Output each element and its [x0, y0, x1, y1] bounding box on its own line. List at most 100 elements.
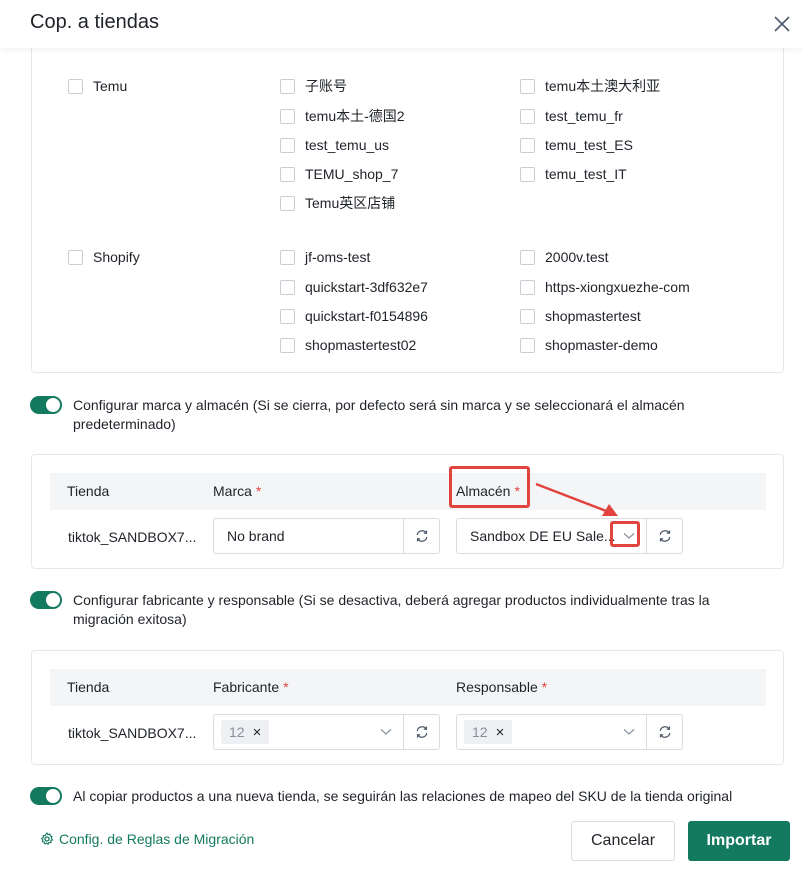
checkbox-box[interactable]: [280, 308, 295, 324]
shop-checkbox[interactable]: quickstart-3df632e7: [280, 277, 428, 297]
shop-checkbox[interactable]: test_temu_fr: [520, 106, 623, 126]
checkbox-box[interactable]: [520, 308, 535, 324]
checkbox-box[interactable]: [520, 108, 535, 124]
checkbox-label: test_temu_us: [305, 137, 390, 153]
shop-checkbox[interactable]: 2000v.test: [520, 247, 609, 267]
column-header-manufacturer: Fabricante *: [213, 679, 289, 695]
chevron-down-icon: [623, 729, 635, 735]
shop-checkbox[interactable]: https-xiongxuezhe-com: [520, 277, 690, 297]
required-mark: *: [541, 679, 548, 695]
row-store-name: tiktok_SANDBOX7...: [68, 529, 197, 545]
checkbox-label: temu本土澳大利亚: [545, 78, 661, 94]
checkbox-label: temu本土-德国2: [305, 108, 405, 124]
checkbox-box[interactable]: [280, 249, 295, 265]
manufacturer-dropdown-toggle[interactable]: [375, 715, 397, 749]
column-header-store: Tienda: [67, 679, 110, 695]
manufacturer-tag: 12 ×: [221, 720, 270, 744]
checkbox-label: TEMU_shop_7: [305, 166, 399, 182]
checkbox-box[interactable]: [68, 78, 83, 94]
dialog-title: Cop. a tiendas: [30, 11, 159, 33]
shop-checkbox[interactable]: Temu英区店铺: [280, 193, 395, 213]
checkbox-label: quickstart-3df632e7: [305, 279, 428, 295]
responsible-select[interactable]: 12 ×: [456, 714, 683, 750]
refresh-icon: [659, 726, 670, 738]
checkbox-box[interactable]: [280, 166, 295, 182]
checkbox-label: 2000v.test: [545, 249, 609, 265]
checkbox-label: shopmaster-demo: [545, 337, 658, 353]
brand-select[interactable]: No brand: [213, 518, 440, 554]
checkbox-label: jf-oms-test: [305, 249, 371, 265]
refresh-brand-button[interactable]: [403, 519, 439, 553]
refresh-icon: [659, 530, 670, 542]
responsible-tag: 12 ×: [464, 720, 513, 744]
brand-value: No brand: [227, 528, 285, 544]
refresh-responsible-button[interactable]: [646, 715, 682, 749]
required-mark: *: [255, 483, 262, 499]
checkbox-label: https-xiongxuezhe-com: [545, 279, 690, 295]
column-header-responsible: Responsable *: [456, 679, 548, 695]
shop-checkbox[interactable]: TEMU_shop_7: [280, 164, 398, 184]
cancel-button[interactable]: Cancelar: [571, 821, 675, 861]
migration-rules-link[interactable]: Config. de Reglas de Migración: [40, 831, 254, 847]
checkbox-box[interactable]: [520, 166, 535, 182]
remove-tag-icon[interactable]: ×: [253, 724, 262, 741]
checkbox-box[interactable]: [520, 137, 535, 153]
checkbox-label: shopmastertest02: [305, 337, 417, 353]
required-mark: *: [283, 679, 289, 695]
table-header: Tienda Fabricante * Responsable *: [50, 669, 766, 706]
checkbox-box[interactable]: [280, 108, 295, 124]
refresh-warehouse-button[interactable]: [646, 519, 682, 553]
chevron-down-icon: [380, 729, 392, 735]
platform-checkbox-temu[interactable]: Temu: [68, 76, 127, 96]
dialog-header: Cop. a tiendas: [0, 0, 803, 48]
checkbox-box[interactable]: [520, 279, 535, 295]
shop-checkbox[interactable]: shopmastertest02: [280, 335, 416, 355]
column-header-store: Tienda: [67, 483, 110, 499]
shop-checkbox[interactable]: temu_test_IT: [520, 164, 627, 184]
migration-rules-label: Config. de Reglas de Migración: [59, 831, 255, 847]
checkbox-box[interactable]: [280, 337, 295, 353]
shop-checkbox[interactable]: temu本土-德国2: [280, 106, 405, 126]
checkbox-box[interactable]: [68, 249, 83, 265]
checkbox-label: shopmastertest: [545, 308, 641, 324]
checkbox-box[interactable]: [280, 137, 295, 153]
checkbox-label: Shopify: [93, 249, 140, 265]
manufacturer-responsible-toggle[interactable]: [30, 591, 62, 609]
shop-checkbox[interactable]: shopmastertest: [520, 306, 641, 326]
refresh-icon: [416, 530, 427, 542]
column-header-brand: Marca *: [213, 483, 262, 499]
responsible-dropdown-toggle[interactable]: [618, 715, 640, 749]
shop-checkbox[interactable]: jf-oms-test: [280, 247, 370, 267]
shop-checkbox[interactable]: temu本土澳大利亚: [520, 76, 660, 96]
platform-checkbox-shopify[interactable]: Shopify: [68, 247, 140, 267]
checkbox-label: temu_test_ES: [545, 137, 633, 153]
warehouse-header-highlight: [449, 466, 530, 508]
brand-warehouse-toggle[interactable]: [30, 396, 62, 414]
remove-tag-icon[interactable]: ×: [496, 724, 505, 741]
shop-checkbox[interactable]: 子账号: [280, 76, 347, 96]
checkbox-box[interactable]: [520, 337, 535, 353]
sku-mapping-toggle-label: Al copiar productos a una nueva tienda, …: [73, 788, 733, 804]
close-icon[interactable]: [772, 14, 792, 34]
import-button[interactable]: Importar: [688, 821, 790, 861]
sku-mapping-toggle[interactable]: [30, 787, 62, 805]
refresh-icon: [416, 726, 427, 738]
brand-warehouse-toggle-label: Configurar marca y almacén (Si se cierra…: [73, 397, 685, 432]
annotation-arrow: [535, 482, 618, 516]
gear-icon: [40, 832, 54, 846]
checkbox-box[interactable]: [280, 78, 295, 94]
manufacturer-select[interactable]: 12 ×: [213, 714, 440, 750]
refresh-manufacturer-button[interactable]: [403, 715, 439, 749]
checkbox-box[interactable]: [520, 249, 535, 265]
shop-checkbox[interactable]: quickstart-f0154896: [280, 306, 428, 326]
brand-warehouse-card: Tienda Marca * Almacén * tiktok_SANDBOX7..…: [31, 454, 784, 569]
manufacturer-tags: 12 ×: [214, 715, 375, 749]
shop-checkbox[interactable]: temu_test_ES: [520, 135, 633, 155]
checkbox-label: temu_test_IT: [545, 166, 627, 182]
checkbox-label: Temu: [93, 78, 128, 94]
checkbox-box[interactable]: [520, 78, 535, 94]
shop-checkbox[interactable]: shopmaster-demo: [520, 335, 658, 355]
checkbox-box[interactable]: [280, 279, 295, 295]
checkbox-box[interactable]: [280, 195, 295, 211]
shop-checkbox[interactable]: test_temu_us: [280, 135, 389, 155]
